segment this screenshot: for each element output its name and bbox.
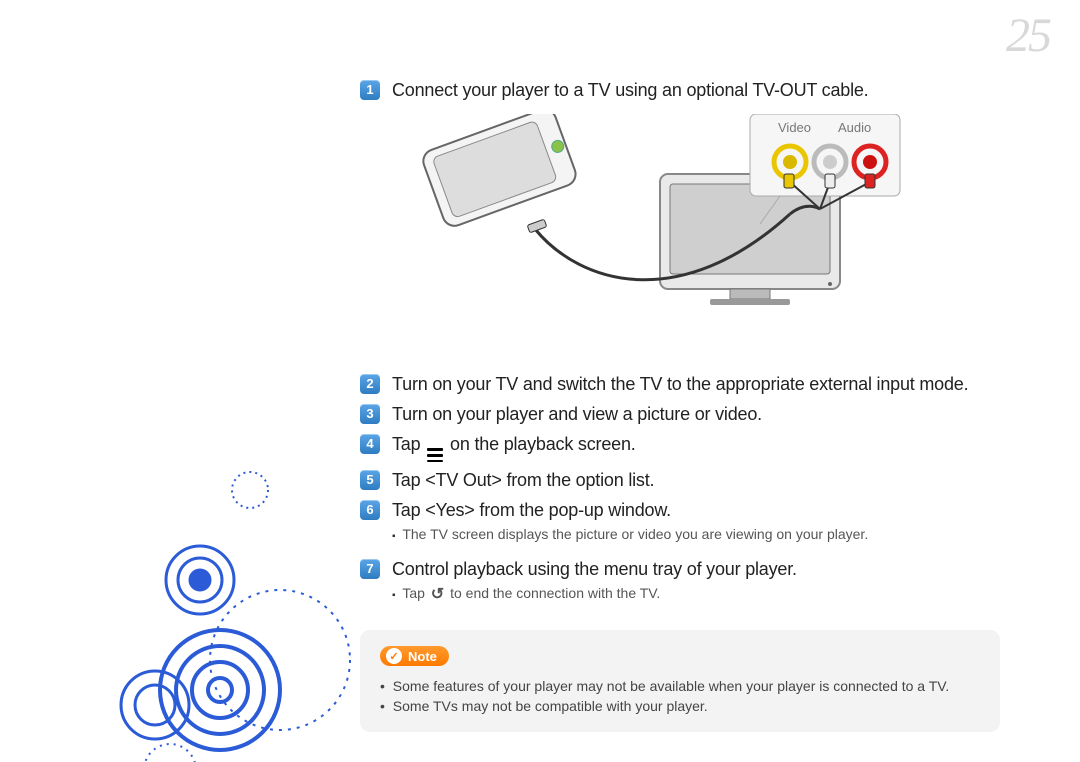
- step-badge-3: 3: [360, 404, 380, 424]
- step-7-sub-after: to end the connection with the TV.: [450, 585, 660, 601]
- step-4-before: Tap: [392, 434, 425, 454]
- label-audio: Audio: [838, 120, 871, 135]
- note-tag: ✓ Note: [380, 646, 449, 666]
- note-item-2: Some TVs may not be compatible with your…: [380, 696, 980, 716]
- step-6: 6 Tap <Yes> from the pop-up window.: [360, 498, 1040, 522]
- step-1: 1 Connect your player to a TV using an o…: [360, 78, 1040, 102]
- step-badge-2: 2: [360, 374, 380, 394]
- note-label: Note: [408, 649, 437, 664]
- step-badge-6: 6: [360, 500, 380, 520]
- step-badge-1: 1: [360, 80, 380, 100]
- step-4: 4 Tap on the playback screen.: [360, 432, 1040, 462]
- step-7-text: Control playback using the menu tray of …: [392, 557, 797, 581]
- step-badge-4: 4: [360, 434, 380, 454]
- step-2-text: Turn on your TV and switch the TV to the…: [392, 372, 968, 396]
- step-4-text: Tap on the playback screen.: [392, 432, 636, 462]
- note-item-1: Some features of your player may not be …: [380, 676, 980, 696]
- note-box: ✓ Note Some features of your player may …: [360, 630, 1000, 732]
- check-icon: ✓: [386, 648, 402, 664]
- step-1-text: Connect your player to a TV using an opt…: [392, 78, 868, 102]
- step-7-sub: Tap ↺ to end the connection with the TV.: [392, 583, 1040, 606]
- step-7-sub-before: Tap: [402, 585, 428, 601]
- page-number: 25: [1006, 8, 1050, 63]
- step-5-text: Tap <TV Out> from the option list.: [392, 468, 654, 492]
- tv-out-diagram: Video Audio: [360, 114, 920, 344]
- step-3-text: Turn on your player and view a picture o…: [392, 402, 762, 426]
- step-2: 2 Turn on your TV and switch the TV to t…: [360, 372, 1040, 396]
- step-badge-5: 5: [360, 470, 380, 490]
- step-3: 3 Turn on your player and view a picture…: [360, 402, 1040, 426]
- label-video: Video: [778, 120, 811, 135]
- step-6-sub: The TV screen displays the picture or vi…: [392, 524, 1040, 547]
- note-list: Some features of your player may not be …: [380, 676, 980, 716]
- step-4-after: on the playback screen.: [450, 434, 636, 454]
- step-6-text: Tap <Yes> from the pop-up window.: [392, 498, 671, 522]
- instructions-panel: 1 Connect your player to a TV using an o…: [360, 78, 1040, 732]
- menu-icon: [427, 448, 443, 462]
- back-icon: ↺: [431, 585, 444, 605]
- step-7: 7 Control playback using the menu tray o…: [360, 557, 1040, 581]
- decorative-circles: [100, 460, 340, 760]
- step-5: 5 Tap <TV Out> from the option list.: [360, 468, 1040, 492]
- step-badge-7: 7: [360, 559, 380, 579]
